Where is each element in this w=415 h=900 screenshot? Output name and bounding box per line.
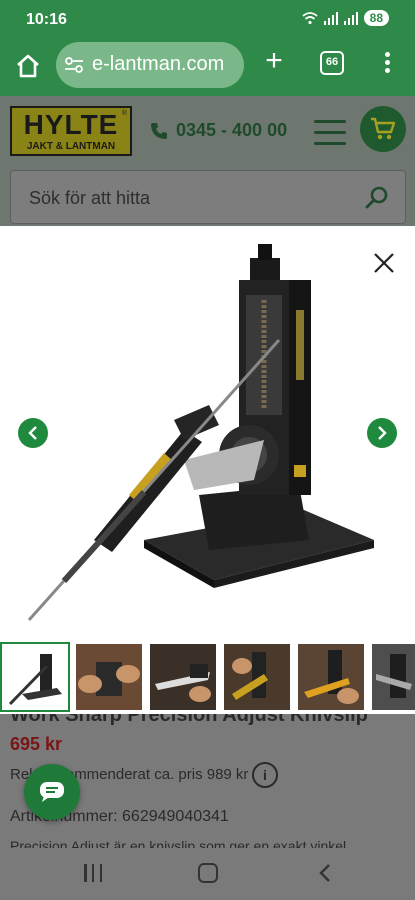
chevron-right-icon <box>378 426 387 440</box>
thumbnail[interactable] <box>296 642 366 712</box>
thumbnail-image <box>372 644 415 710</box>
site-logo[interactable]: HYLTE ® JAKT & LANTMAN <box>10 106 132 156</box>
logo-reg: ® <box>121 110 127 117</box>
close-icon[interactable] <box>373 252 395 274</box>
product-price: 695 kr <box>10 734 63 754</box>
site-settings-icon[interactable] <box>64 56 84 74</box>
home-icon[interactable] <box>14 52 42 80</box>
cart-icon <box>371 117 396 140</box>
phone-link[interactable]: 0345 - 400 00 <box>150 120 287 141</box>
status-time: 10:16 <box>26 11 67 28</box>
phone-icon <box>151 122 167 139</box>
next-image-button[interactable] <box>367 418 397 448</box>
prev-image-button[interactable] <box>18 418 48 448</box>
hamburger-menu-icon[interactable] <box>314 120 346 146</box>
thumbnail-image <box>150 644 216 710</box>
search-icon[interactable] <box>365 185 389 209</box>
status-bar: 10:16 88 <box>0 0 415 38</box>
phone-number[interactable]: 0345 - 400 00 <box>176 120 287 141</box>
thumbnail[interactable] <box>370 642 415 712</box>
thumbnail-image <box>2 644 68 710</box>
info-icon[interactable]: i <box>252 762 278 788</box>
image-lightbox <box>0 226 415 640</box>
thumbnail[interactable] <box>222 642 292 712</box>
system-nav-bar <box>0 848 415 900</box>
address-bar[interactable]: e-lantman.com <box>56 42 244 88</box>
search-input[interactable]: Sök för att hitta <box>10 170 406 224</box>
product-info: Work Sharp Precision Adjust Knivslip 695… <box>0 714 415 848</box>
recent-apps-button[interactable] <box>84 864 102 882</box>
tab-switcher-button[interactable]: 66 <box>320 51 344 75</box>
thumbnail[interactable] <box>74 642 144 712</box>
chevron-left-icon <box>28 426 37 440</box>
product-title: Work Sharp Precision Adjust Knivslip <box>10 714 368 726</box>
browser-menu-button[interactable] <box>380 50 394 78</box>
new-tab-button[interactable]: + <box>260 46 288 76</box>
logo-sub: JAKT & LANTMAN <box>26 141 116 152</box>
status-icons: 88 <box>302 10 389 26</box>
thumbnail[interactable] <box>0 642 70 712</box>
thumbnail-image <box>224 644 290 710</box>
chat-icon <box>40 782 64 802</box>
signal-icon-2 <box>343 11 358 25</box>
battery-badge: 88 <box>363 10 389 26</box>
thumbnail-image <box>76 644 142 710</box>
signal-icon <box>323 11 338 25</box>
search-placeholder: Sök för att hitta <box>29 188 151 208</box>
browser-toolbar: e-lantman.com + 66 <box>0 38 415 96</box>
chat-button[interactable] <box>24 764 80 820</box>
product-image <box>27 244 374 621</box>
site-header: HYLTE ® JAKT & LANTMAN 0345 - 400 00 Sök… <box>0 96 415 226</box>
thumbnail-image <box>298 644 364 710</box>
cart-button[interactable] <box>360 106 406 152</box>
logo-main: HYLTE <box>23 109 119 140</box>
home-nav-button[interactable] <box>198 863 218 883</box>
back-icon[interactable] <box>316 863 334 883</box>
url-text[interactable]: e-lantman.com <box>92 53 224 76</box>
product-description: Precision Adjust är en knivslip som ger … <box>10 838 347 848</box>
thumbnail-strip <box>0 640 415 714</box>
wifi-icon <box>302 12 318 25</box>
thumbnail[interactable] <box>148 642 218 712</box>
